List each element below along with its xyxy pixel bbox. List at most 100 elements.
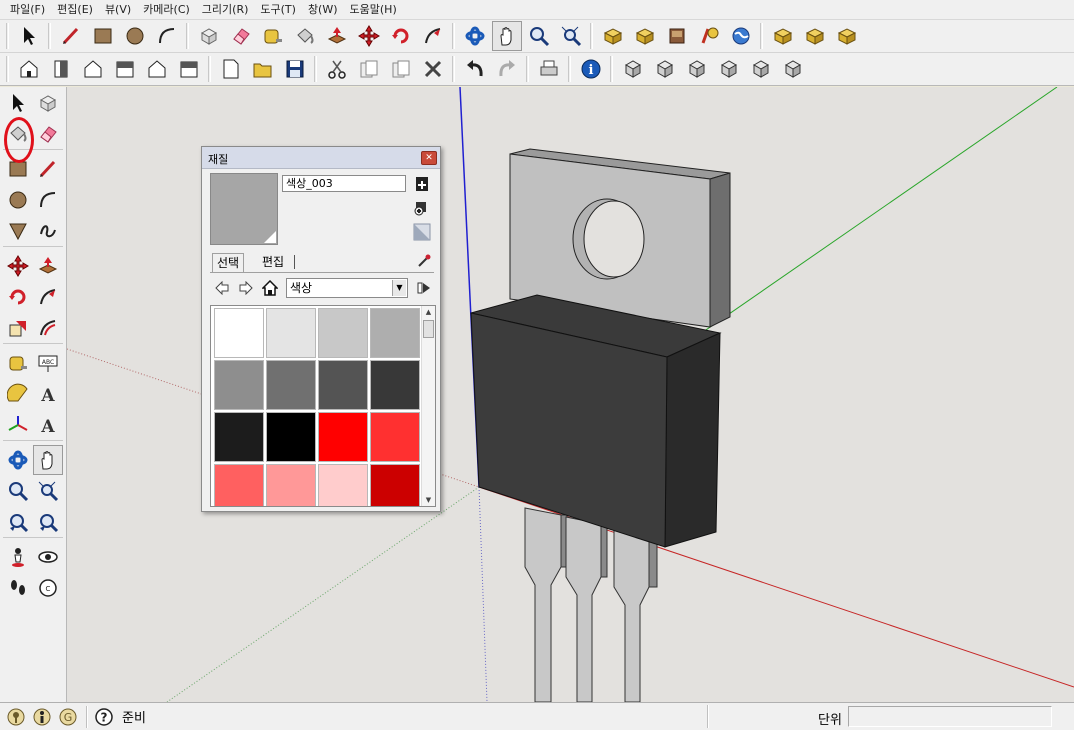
left-rotate-button[interactable] — [3, 282, 33, 312]
left-dimension-button[interactable]: ABC — [33, 348, 63, 378]
close-button[interactable]: ✕ — [421, 151, 437, 165]
select-button[interactable] — [14, 21, 44, 51]
menu-item-3[interactable]: 카메라(C) — [137, 1, 196, 19]
left-eraser-button[interactable] — [33, 119, 63, 149]
material-swatch[interactable] — [318, 412, 368, 462]
create-material-button[interactable] — [413, 175, 431, 193]
left-walk-button[interactable] — [3, 573, 33, 603]
left-next-view-button[interactable] — [33, 507, 63, 537]
scroll-up-icon[interactable]: ▲ — [422, 306, 435, 318]
right-view-button[interactable] — [110, 54, 140, 84]
follow-me-button[interactable] — [418, 21, 448, 51]
undo-button[interactable] — [460, 54, 490, 84]
rectangle-button[interactable] — [88, 21, 118, 51]
left-scale-button[interactable] — [3, 313, 33, 343]
xray-button[interactable] — [618, 54, 648, 84]
move-button[interactable] — [354, 21, 384, 51]
material-swatch[interactable] — [370, 360, 420, 410]
left-make-component-button[interactable] — [33, 88, 63, 118]
material-swatch[interactable] — [266, 412, 316, 462]
upload-button[interactable] — [800, 21, 830, 51]
collection-select[interactable]: 색상 ▼ — [286, 278, 408, 298]
shaded-button[interactable] — [714, 54, 744, 84]
save-button[interactable] — [280, 54, 310, 84]
left-freehand-button[interactable] — [33, 216, 63, 246]
left-follow-me-button[interactable] — [33, 282, 63, 312]
details-button[interactable] — [414, 278, 434, 298]
paint-bucket-button[interactable] — [290, 21, 320, 51]
scroll-down-icon[interactable]: ▼ — [422, 494, 435, 506]
left-3d-text-button[interactable]: A — [33, 410, 63, 440]
left-zoom-window-button[interactable] — [33, 476, 63, 506]
material-swatch[interactable] — [266, 464, 316, 506]
delete-button[interactable] — [418, 54, 448, 84]
redo-button[interactable] — [492, 54, 522, 84]
hidden-line-button[interactable] — [682, 54, 712, 84]
shaded-textures-button[interactable] — [746, 54, 776, 84]
make-component-button[interactable] — [194, 21, 224, 51]
copy-button[interactable] — [354, 54, 384, 84]
material-swatch[interactable] — [214, 412, 264, 462]
pan-button[interactable] — [492, 21, 522, 51]
tab-select[interactable]: 선택 — [212, 253, 245, 272]
tape-measure-button[interactable] — [258, 21, 288, 51]
front-view-button[interactable] — [78, 54, 108, 84]
paste-button[interactable] — [386, 54, 416, 84]
scroll-thumb[interactable] — [423, 320, 434, 338]
left-arc-button[interactable] — [33, 185, 63, 215]
back-button[interactable] — [212, 278, 232, 298]
display-secondary-pane-button[interactable] — [413, 199, 431, 217]
print-button[interactable] — [534, 54, 564, 84]
geo-location-button[interactable] — [4, 705, 28, 729]
menu-item-6[interactable]: 창(W) — [302, 1, 344, 19]
toolbar-grip[interactable] — [6, 23, 9, 49]
left-line-button[interactable] — [33, 154, 63, 184]
material-swatch[interactable] — [370, 412, 420, 462]
material-swatch[interactable] — [266, 308, 316, 358]
material-swatch[interactable] — [214, 464, 264, 506]
cut-button[interactable] — [322, 54, 352, 84]
left-pan-button[interactable] — [33, 444, 63, 475]
help-button[interactable]: ? — [92, 705, 116, 729]
iso-view-button[interactable] — [14, 54, 44, 84]
left-view-button[interactable] — [174, 54, 204, 84]
left-push-pull-button[interactable] — [33, 251, 63, 281]
material-swatch[interactable] — [318, 464, 368, 506]
material-name-field[interactable]: 색상_003 — [282, 175, 406, 192]
material-swatch[interactable] — [370, 308, 420, 358]
orbit-button[interactable] — [460, 21, 490, 51]
left-zoom-button[interactable] — [3, 476, 33, 506]
rotate-button[interactable] — [386, 21, 416, 51]
wireframe-button[interactable] — [650, 54, 680, 84]
menu-item-2[interactable]: 뷰(V) — [99, 1, 137, 19]
get-photo-texture-button[interactable] — [662, 21, 692, 51]
materials-title-bar[interactable]: 재질 ✕ — [202, 147, 440, 169]
left-look-around-button[interactable] — [33, 542, 63, 572]
get-models-button[interactable] — [598, 21, 628, 51]
material-swatch[interactable] — [370, 464, 420, 506]
left-text-button[interactable]: A — [33, 379, 63, 409]
menu-item-5[interactable]: 도구(T) — [254, 1, 302, 19]
material-swatch[interactable] — [318, 308, 368, 358]
left-select-button[interactable] — [3, 88, 33, 118]
components-button[interactable] — [768, 21, 798, 51]
toolbar-grip[interactable] — [6, 56, 9, 82]
pencil-button[interactable] — [56, 21, 86, 51]
credits-button[interactable] — [30, 705, 54, 729]
open-button[interactable] — [248, 54, 278, 84]
left-move-button[interactable] — [3, 251, 33, 281]
zoom-button[interactable] — [524, 21, 554, 51]
material-swatch[interactable] — [318, 360, 368, 410]
forward-button[interactable] — [236, 278, 256, 298]
share-component-button[interactable] — [832, 21, 862, 51]
material-swatch[interactable] — [214, 360, 264, 410]
top-view-button[interactable] — [46, 54, 76, 84]
left-orbit-button[interactable] — [3, 445, 33, 475]
left-circle-button[interactable] — [3, 185, 33, 215]
push-pull-button[interactable] — [322, 21, 352, 51]
left-previous-view-button[interactable] — [3, 507, 33, 537]
arc-button[interactable] — [152, 21, 182, 51]
material-swatch[interactable] — [266, 360, 316, 410]
swatch-scrollbar[interactable]: ▲ ▼ — [421, 306, 435, 506]
menu-item-1[interactable]: 편집(E) — [51, 1, 99, 19]
